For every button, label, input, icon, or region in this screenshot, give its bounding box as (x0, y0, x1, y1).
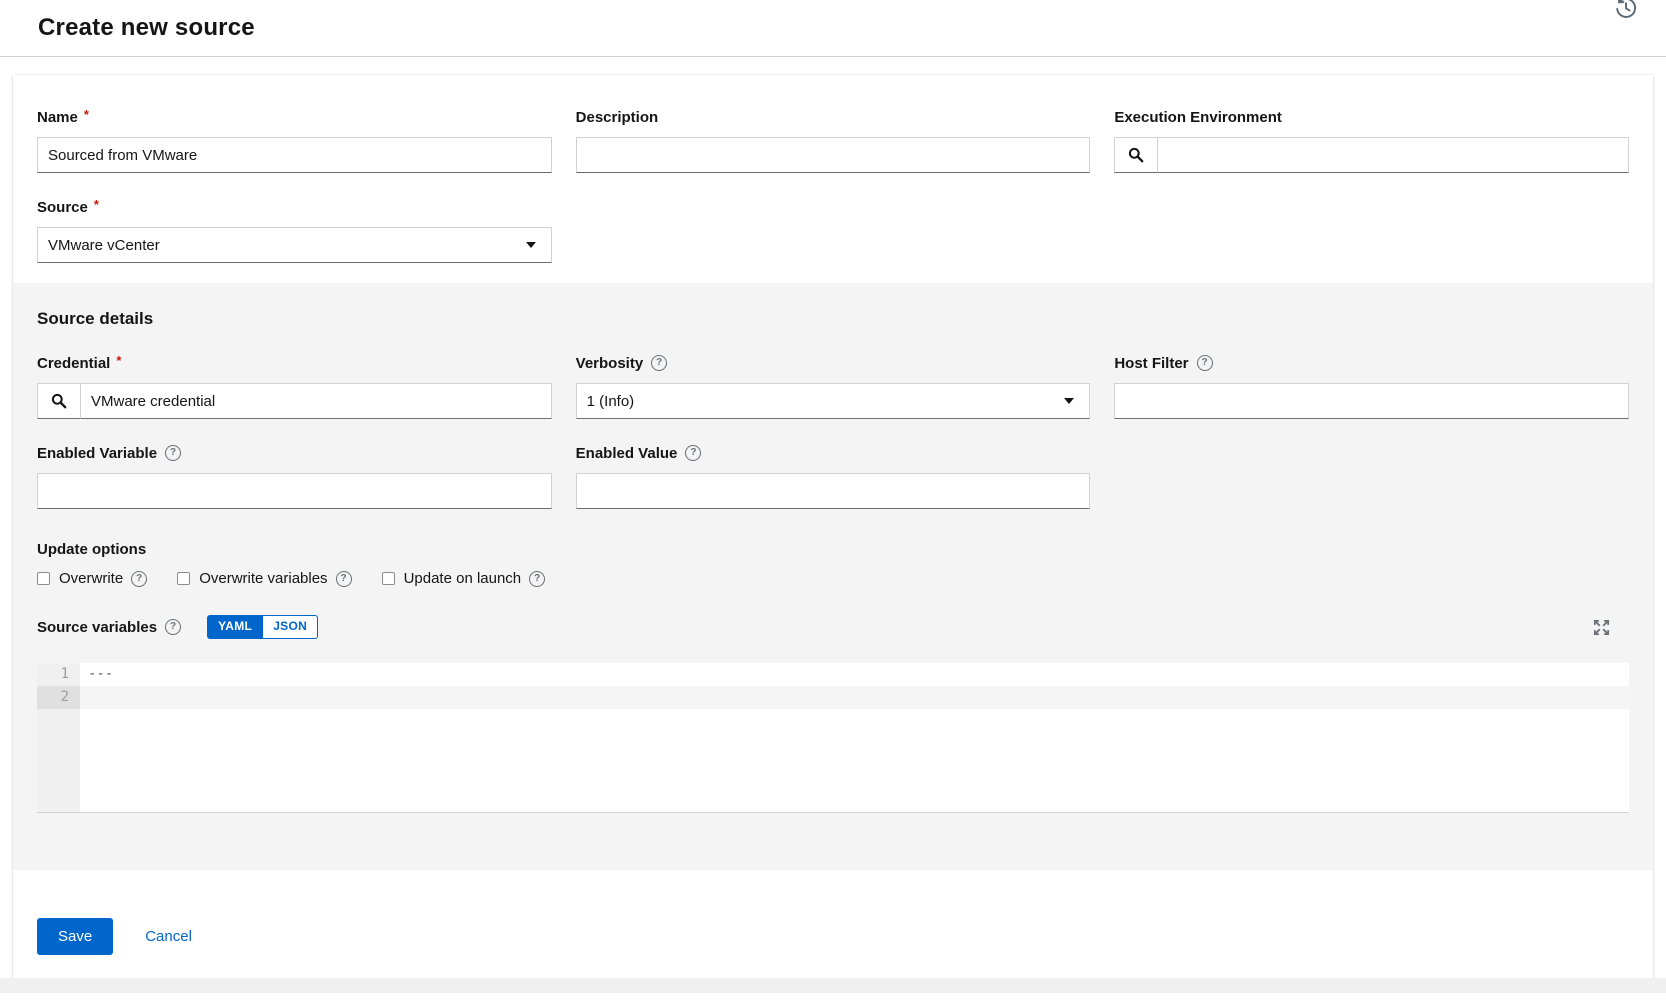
description-input[interactable] (575, 137, 1091, 173)
verbosity-select[interactable]: 1 (Info) (575, 383, 1091, 419)
enabled-variable-field-group: Enabled Variable ? (37, 443, 552, 509)
chevron-down-icon (1064, 398, 1075, 404)
overwrite-checkbox[interactable] (37, 572, 50, 585)
editor-blank (80, 709, 1629, 812)
editor-line-active: 2 (37, 686, 1629, 709)
update-options-row: Overwrite ? Overwrite variables ? Update… (37, 570, 1629, 587)
credential-lookup-button[interactable] (37, 383, 81, 419)
history-icon (1616, 0, 1637, 18)
update-on-launch-checkbox[interactable] (381, 572, 395, 585)
help-icon[interactable]: ? (335, 570, 352, 587)
source-label-text: Source (37, 198, 88, 216)
host-filter-label: Host Filter ? (1114, 353, 1629, 373)
enabled-value-field-group: Enabled Value ? (575, 443, 1091, 509)
source-variables-editor[interactable]: 1 --- 2 (37, 663, 1629, 813)
editor-line-content (80, 686, 1629, 709)
save-button[interactable]: Save (37, 918, 114, 955)
page-title: Create new source (38, 14, 255, 41)
editor-line: 1 --- (37, 663, 1629, 686)
help-icon[interactable]: ? (685, 445, 702, 461)
enabled-variable-label-text: Enabled Variable (37, 444, 158, 462)
page-background-strip (0, 978, 1666, 993)
basic-fields-section: Name * Description Execution Environment (13, 75, 1653, 283)
cancel-button[interactable]: Cancel (145, 928, 192, 945)
overwrite-checkbox-label: Overwrite (59, 570, 124, 587)
source-variables-row: Source variables ? YAML JSON (37, 615, 1629, 639)
source-field-group: Source * VMware vCenter (37, 197, 552, 263)
name-input[interactable] (37, 137, 552, 173)
form-actions-section: Save Cancel (13, 870, 1653, 978)
overwrite-variables-checkbox-group: Overwrite variables ? (177, 570, 352, 587)
description-label-text: Description (575, 108, 659, 126)
help-icon[interactable]: ? (651, 355, 668, 371)
help-icon[interactable]: ? (165, 445, 182, 461)
yaml-mode-button[interactable]: YAML (207, 615, 264, 639)
execution-environment-input[interactable] (1158, 137, 1629, 173)
source-label: Source * (37, 197, 552, 217)
required-asterisk: * (83, 106, 89, 122)
verbosity-select-value: 1 (Info) (586, 392, 635, 410)
expand-icon (1593, 619, 1610, 635)
source-details-heading: Source details (37, 309, 154, 328)
enabled-variable-input[interactable] (37, 473, 552, 509)
required-asterisk: * (93, 196, 99, 212)
enabled-value-label-text: Enabled Value (575, 444, 678, 462)
help-icon[interactable]: ? (1196, 355, 1213, 371)
execution-environment-label-text: Execution Environment (1114, 108, 1282, 126)
description-label: Description (576, 107, 1091, 127)
name-field-group: Name * (37, 107, 552, 173)
execution-environment-field-group: Execution Environment (1114, 107, 1629, 173)
json-mode-button[interactable]: JSON (263, 615, 319, 639)
required-asterisk: * (116, 352, 122, 368)
chevron-down-icon (525, 242, 536, 248)
overwrite-checkbox-group: Overwrite ? (37, 570, 148, 587)
page-header: Create new source (0, 0, 1666, 57)
update-options-heading: Update options (37, 541, 147, 558)
variables-mode-toggle: YAML JSON (207, 615, 319, 639)
credential-label: Credential * (37, 353, 552, 373)
enabled-variable-label: Enabled Variable ? (37, 443, 552, 463)
name-label: Name * (37, 107, 552, 127)
credential-field-group: Credential * (37, 353, 552, 419)
credential-input[interactable] (81, 383, 552, 419)
overwrite-variables-checkbox-label: Overwrite variables (199, 570, 328, 587)
help-icon[interactable]: ? (529, 570, 546, 587)
editor-empty-area (37, 709, 1629, 812)
host-filter-input[interactable] (1114, 383, 1629, 419)
help-icon[interactable]: ? (131, 570, 148, 587)
history-button[interactable] (1612, 0, 1640, 25)
host-filter-label-text: Host Filter (1114, 354, 1189, 372)
enabled-value-label: Enabled Value ? (576, 443, 1091, 463)
create-source-form-card: Name * Description Execution Environment (13, 75, 1653, 978)
source-variables-label: Source variables (37, 618, 158, 636)
editor-line-content: --- (88, 666, 114, 682)
host-filter-field-group: Host Filter ? (1114, 353, 1629, 419)
editor-gutter (37, 709, 80, 812)
execution-environment-label: Execution Environment (1114, 107, 1629, 127)
source-details-section: Source details Credential * VMware crede… (13, 283, 1653, 870)
update-on-launch-checkbox-label: Update on launch (403, 570, 522, 587)
editor-line-number: 1 (37, 663, 80, 686)
verbosity-field-group: Verbosity ? 1 (Info) (575, 353, 1091, 419)
search-icon (51, 393, 67, 409)
expand-editor-button[interactable] (1590, 616, 1613, 639)
editor-line-number: 2 (37, 686, 80, 709)
source-select[interactable]: VMware vCenter (37, 227, 552, 263)
help-icon[interactable]: ? (165, 619, 182, 635)
source-select-value: VMware vCenter (48, 236, 160, 254)
enabled-value-input[interactable] (575, 473, 1091, 509)
verbosity-label: Verbosity ? (576, 353, 1091, 373)
search-icon (1129, 147, 1144, 163)
update-on-launch-checkbox-group: Update on launch ? (381, 570, 546, 587)
overwrite-variables-checkbox[interactable] (177, 572, 191, 585)
verbosity-label-text: Verbosity (575, 354, 644, 372)
execution-environment-lookup-button[interactable] (1114, 137, 1159, 173)
credential-label-text: Credential (37, 354, 111, 372)
name-label-text: Name (37, 108, 78, 126)
description-field-group: Description (575, 107, 1091, 173)
